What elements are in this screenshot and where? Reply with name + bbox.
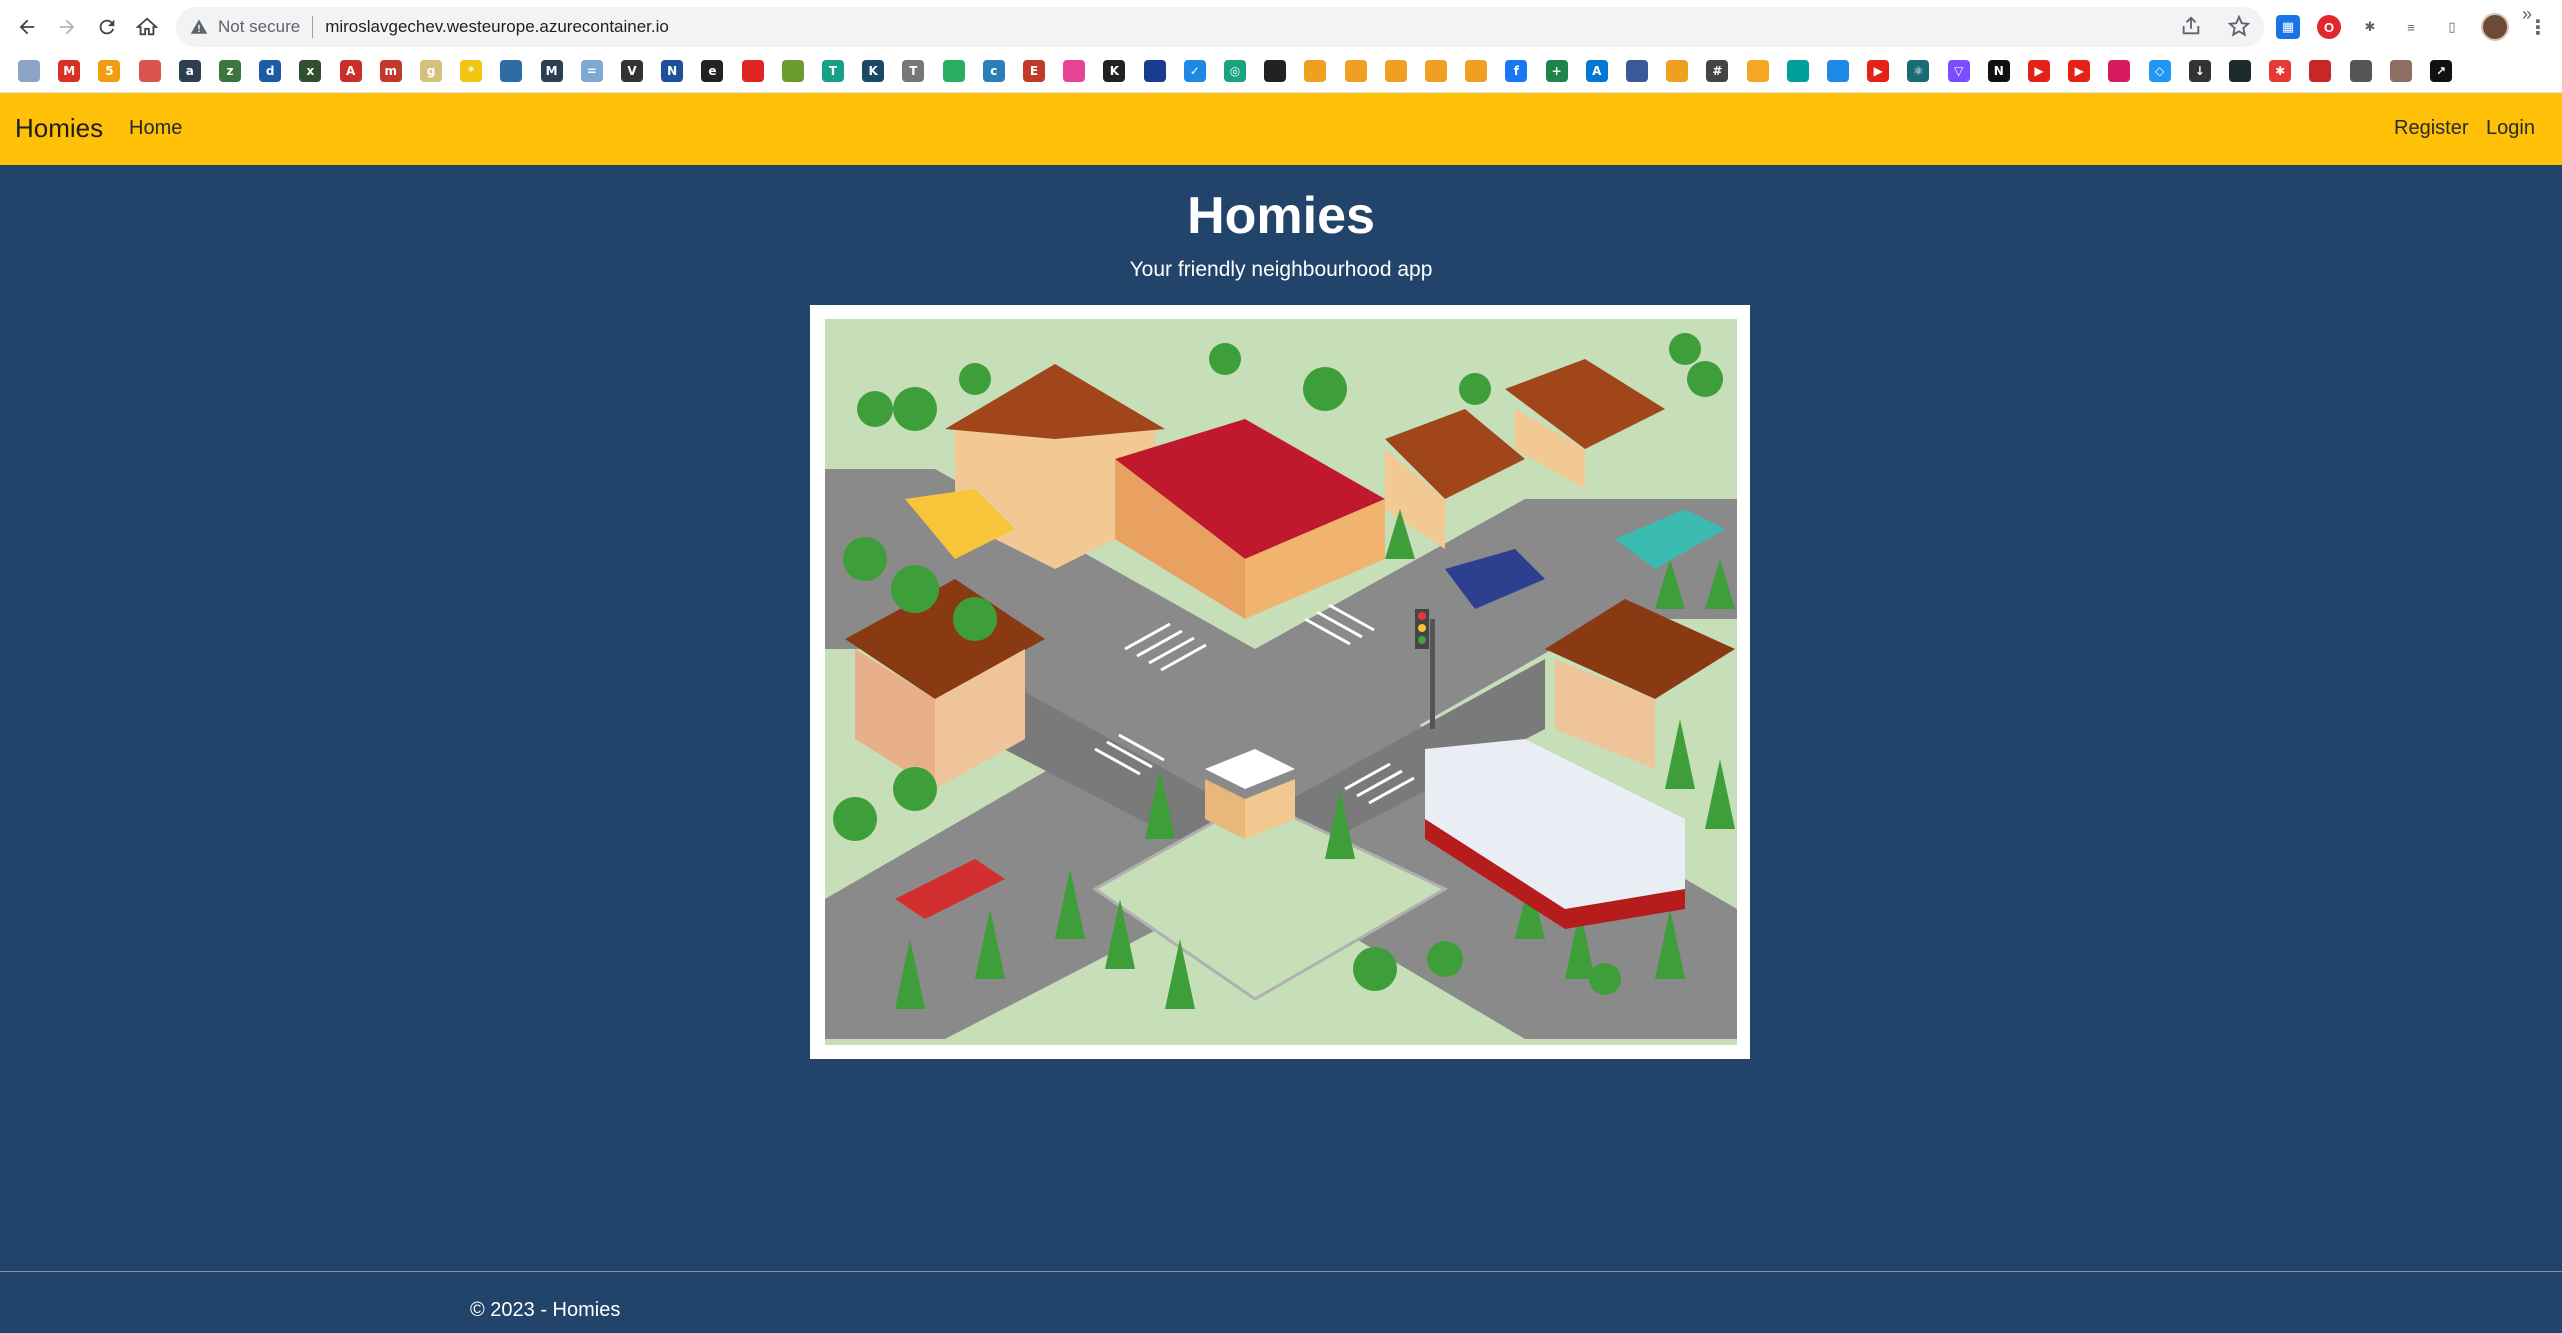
reload-button[interactable] (90, 10, 124, 44)
gradient-icon[interactable] (1063, 60, 1086, 82)
opera-icon[interactable]: O (2317, 15, 2341, 39)
youtube-2-icon[interactable]: ▶ (2028, 60, 2050, 82)
hex-4-icon[interactable] (1425, 60, 1447, 82)
gmail-icon[interactable]: M (58, 60, 81, 82)
reading-list-icon[interactable]: ≡ (2399, 15, 2423, 39)
dir-icon[interactable]: d (259, 60, 282, 82)
m-icon[interactable]: m (379, 60, 402, 82)
site-navbar: Homies Home Register Login (0, 93, 2562, 165)
blue-icon[interactable] (500, 60, 523, 82)
bars-icon[interactable]: = (580, 60, 603, 82)
jm-icon[interactable]: M (540, 60, 563, 82)
footer-divider (0, 1271, 2562, 1272)
share-icon[interactable] (2180, 15, 2202, 37)
chevron-right-icon[interactable]: » (2522, 4, 2532, 25)
k2-icon[interactable]: K (1103, 60, 1126, 82)
plus-green-icon[interactable]: + (1545, 60, 1568, 82)
orange-icon[interactable]: 5 (98, 60, 121, 82)
flag-icon[interactable] (1143, 60, 1166, 82)
x-icon[interactable]: x (299, 60, 322, 82)
facebook-icon[interactable]: f (1505, 60, 1528, 82)
t-icon[interactable]: T (902, 60, 925, 82)
address-bar[interactable]: Not secure miroslavgechev.westeurope.azu… (176, 7, 2264, 47)
frame-icon[interactable] (1626, 60, 1648, 82)
nav-register-link[interactable]: Register (2394, 117, 2468, 140)
nav-login-link[interactable]: Login (2486, 117, 2535, 140)
green-yellow-icon[interactable] (781, 60, 804, 82)
tc-icon[interactable]: T (822, 60, 844, 82)
vb-icon[interactable]: V (621, 60, 643, 82)
nav-home-link[interactable]: Home (129, 117, 182, 140)
mui-icon[interactable] (1827, 60, 1849, 82)
reload-icon (99, 19, 115, 35)
blue-c-icon[interactable]: c (982, 60, 1005, 82)
url-text[interactable]: miroslavgechev.westeurope.azurecontainer… (325, 17, 669, 37)
arrow-left-icon (19, 19, 35, 35)
browser-chrome: Not secure miroslavgechev.westeurope.azu… (0, 0, 2562, 93)
pen-icon[interactable] (2349, 60, 2372, 82)
hash-icon[interactable]: # (1706, 60, 1729, 82)
next-icon[interactable]: N (1987, 60, 2010, 82)
extensions-area: ▦ O ✱ ≡ ▯ ⋮ (2276, 13, 2550, 41)
openai-icon[interactable]: ◎ (1224, 60, 1246, 82)
brand-link[interactable]: Homies (15, 113, 103, 144)
browser-toolbar: Not secure miroslavgechev.westeurope.azu… (0, 0, 2562, 54)
diamond-icon[interactable] (1786, 60, 1809, 82)
terminal-icon[interactable] (2229, 60, 2251, 82)
star-icon[interactable] (2228, 15, 2250, 37)
yellow-icon[interactable]: * (460, 60, 483, 82)
pink-icon[interactable] (2108, 60, 2131, 82)
hex-3-icon[interactable] (1384, 60, 1407, 82)
page-subtitle: Your friendly neighbourhood app (1129, 258, 1433, 281)
github-icon[interactable] (1264, 60, 1287, 82)
redbox-icon[interactable] (138, 60, 161, 82)
bookmarks-bar: M 5 a z d x Am g * M = V Ne T K Tc E K ✓ ◎ f + A # ▶ ⚛ ▽ N ▶ ▶ ◇ ↓ ✱ ↗ (0, 56, 2562, 86)
star-red-icon[interactable]: ✱ (2269, 60, 2292, 82)
forward-button[interactable] (50, 10, 84, 44)
a-icon[interactable]: a (178, 60, 201, 82)
arrow-right-icon (59, 19, 75, 35)
face-icon[interactable] (2389, 60, 2412, 82)
youtube-1-icon[interactable]: ▶ (1867, 60, 1890, 82)
doc-icon[interactable] (18, 60, 40, 82)
react-icon[interactable]: ⚛ (1907, 60, 1930, 82)
g-icon[interactable]: g (420, 60, 442, 82)
hex-2-icon[interactable] (1344, 60, 1367, 82)
home-icon (136, 17, 158, 36)
avatar[interactable] (2481, 13, 2509, 41)
download-icon[interactable]: ↓ (2188, 60, 2211, 82)
neighbourhood-illustration (825, 319, 1737, 1045)
red-swirl-icon[interactable] (2309, 60, 2332, 82)
calendar-icon[interactable]: ▦ (2276, 15, 2300, 39)
back-button[interactable] (10, 10, 44, 44)
arrow-box-icon[interactable]: ↗ (2430, 60, 2452, 82)
red-a-icon[interactable]: A (339, 60, 362, 82)
azure-icon[interactable]: A (1585, 60, 1608, 82)
green-icon[interactable]: z (219, 60, 241, 82)
green-circle-icon[interactable] (942, 60, 965, 82)
puzzle-icon[interactable]: ✱ (2358, 15, 2382, 39)
youtube-3-icon[interactable]: ▶ (2068, 60, 2091, 82)
black-icon[interactable]: e (701, 60, 724, 82)
security-label: Not secure (218, 17, 301, 36)
n-icon[interactable]: N (661, 60, 684, 82)
divider (312, 16, 314, 38)
address-bar-actions (2180, 15, 2250, 37)
page-title: Homies (1187, 187, 1375, 245)
blue-diamond-icon[interactable]: ◇ (2148, 60, 2171, 82)
home-button[interactable] (130, 10, 164, 44)
warning-icon (190, 19, 208, 34)
hex-5-icon[interactable] (1465, 60, 1488, 82)
red-square-icon[interactable] (741, 60, 764, 82)
hex-6-icon[interactable] (1666, 60, 1689, 82)
footer-copyright: © 2023 - Homies (470, 1299, 621, 1321)
firebase-icon[interactable] (1746, 60, 1769, 82)
side-panel-icon[interactable]: ▯ (2440, 15, 2464, 39)
hex-1-icon[interactable] (1304, 60, 1327, 82)
k-icon[interactable]: K (862, 60, 885, 82)
check-icon[interactable]: ✓ (1183, 60, 1206, 82)
vite-icon[interactable]: ▽ (1947, 60, 1970, 82)
e-icon[interactable]: E (1023, 60, 1045, 82)
